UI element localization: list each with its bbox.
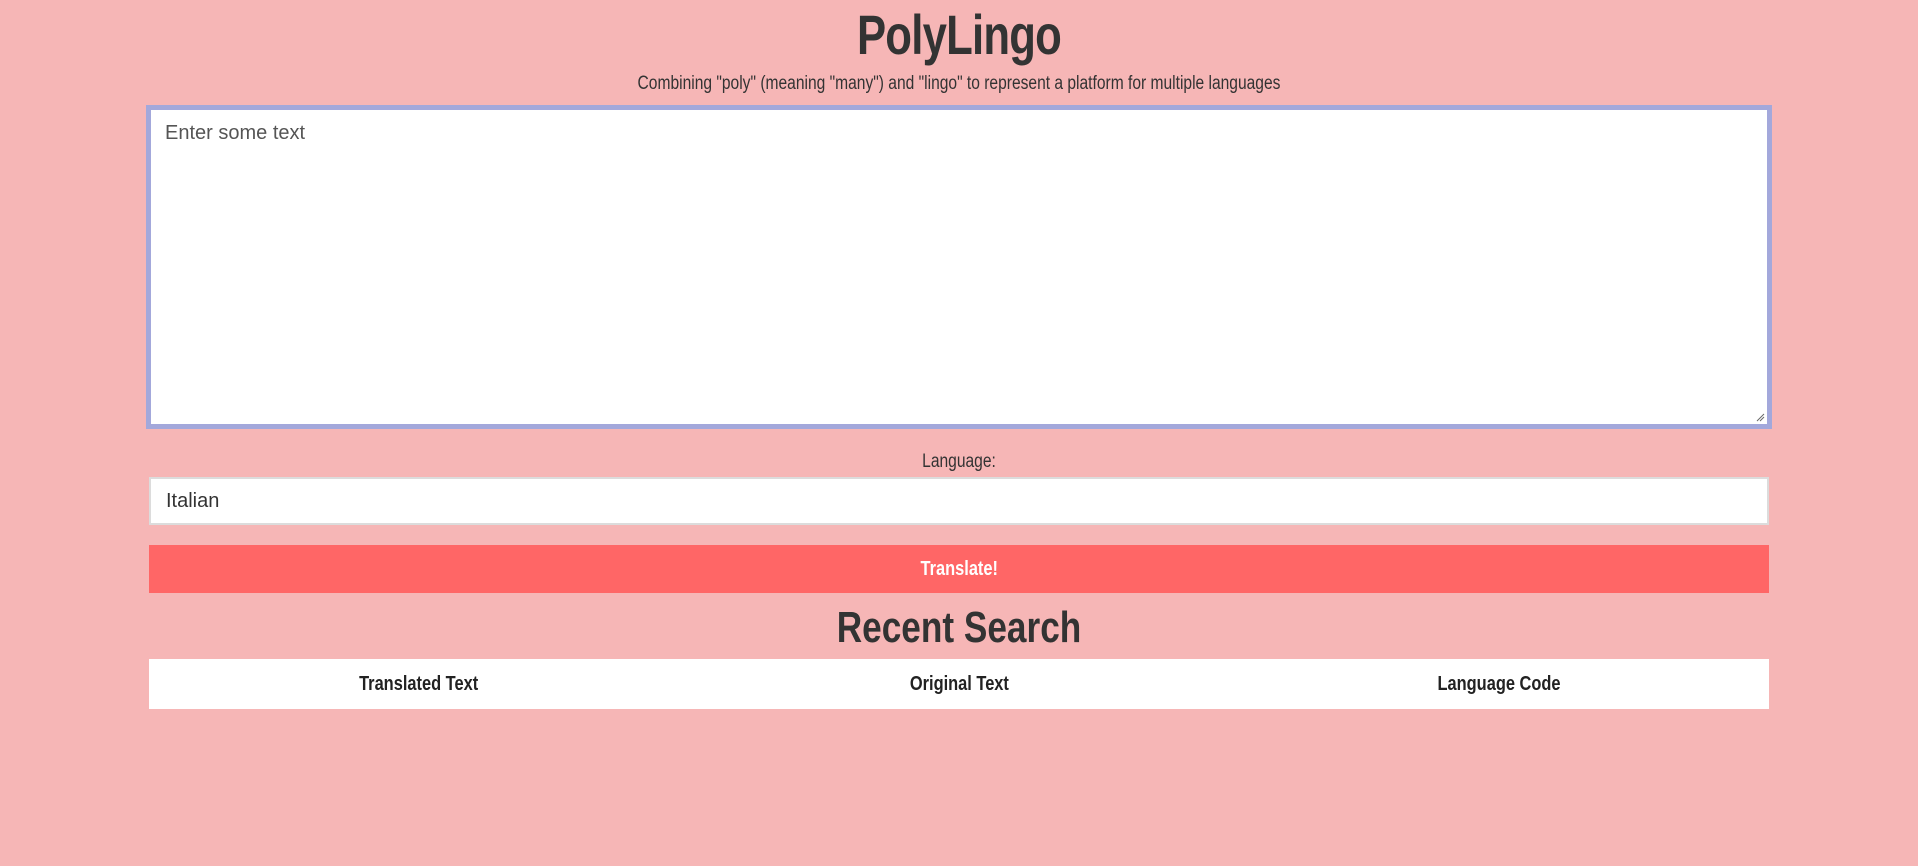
column-header-language-code: Language Code (1437, 672, 1561, 695)
app-title: PolyLingo (856, 3, 1062, 66)
app-subtitle: Combining "poly" (meaning "many") and "l… (637, 73, 1281, 94)
language-input[interactable] (149, 477, 1769, 525)
language-label: Language: (922, 451, 996, 472)
translate-button[interactable]: Translate! (149, 545, 1769, 593)
recent-search-title: Recent Search (836, 603, 1082, 652)
table-header-row: Translated Text Original Text Language C… (149, 659, 1769, 709)
column-header-original-text: Original Text (909, 672, 1009, 695)
column-header-translated-text: Translated Text (359, 672, 479, 695)
app-container: PolyLingo Combining "poly" (meaning "man… (146, 0, 1772, 709)
source-text-input[interactable] (151, 110, 1767, 424)
text-input-wrapper (146, 105, 1772, 429)
recent-search-table: Translated Text Original Text Language C… (149, 659, 1769, 709)
translate-button-label: Translate! (920, 557, 998, 580)
